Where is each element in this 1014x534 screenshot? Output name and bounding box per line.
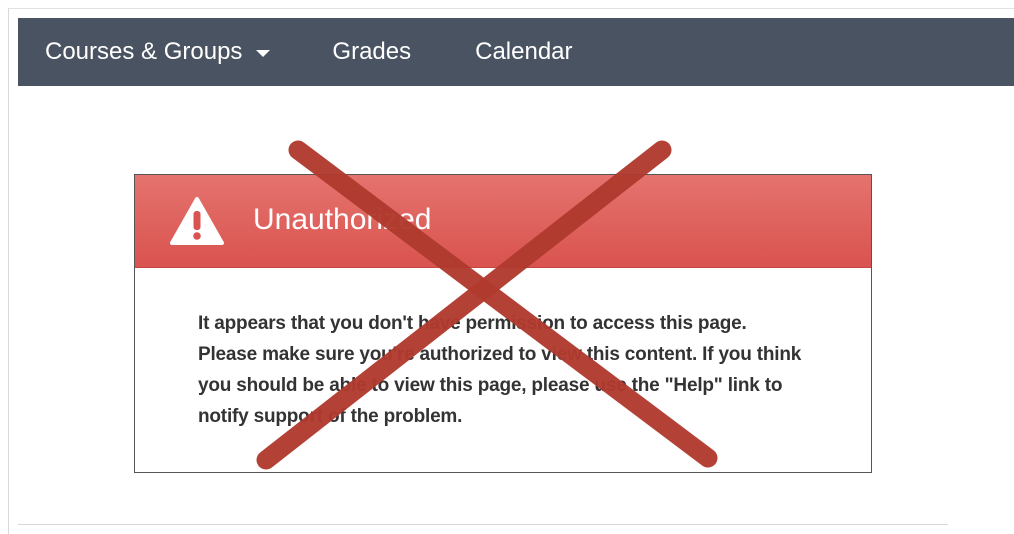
alert-header: Unauthorized xyxy=(135,175,871,268)
top-navigation-bar: Courses & Groups Grades Calendar xyxy=(18,18,1014,86)
nav-calendar[interactable]: Calendar xyxy=(475,38,572,66)
nav-courses-groups[interactable]: Courses & Groups xyxy=(45,38,271,66)
unauthorized-alert: Unauthorized It appears that you don't h… xyxy=(134,174,872,473)
warning-triangle-icon xyxy=(170,197,224,245)
nav-courses-groups-label: Courses & Groups xyxy=(45,38,243,65)
nav-calendar-label: Calendar xyxy=(475,38,573,65)
alert-message: It appears that you don't have permissio… xyxy=(198,313,802,427)
nav-grades-label: Grades xyxy=(332,38,412,65)
caret-down-icon[interactable] xyxy=(256,49,271,57)
bottom-divider xyxy=(18,524,948,525)
nav-grades[interactable]: Grades xyxy=(332,38,411,66)
alert-title: Unauthorized xyxy=(253,203,432,236)
